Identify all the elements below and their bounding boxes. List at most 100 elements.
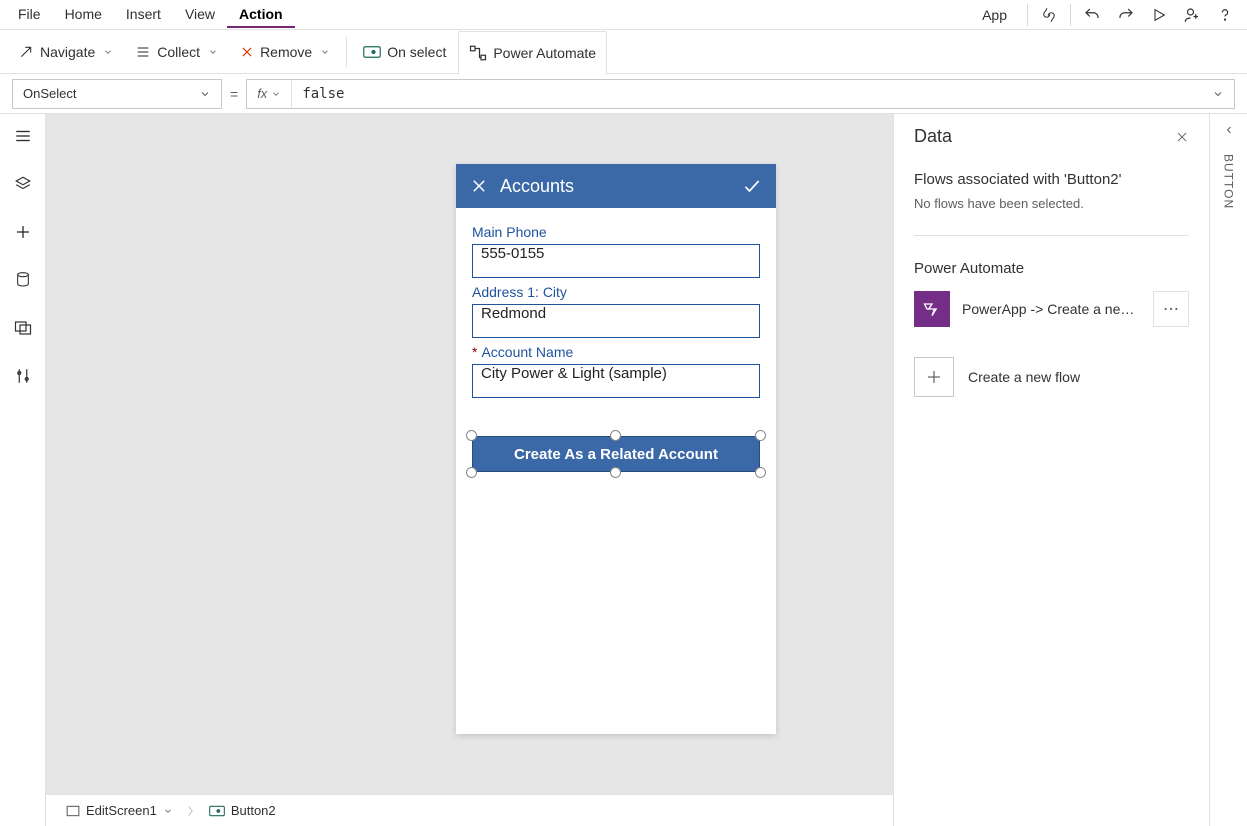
- menu-file[interactable]: File: [6, 2, 53, 28]
- resize-handle[interactable]: [755, 430, 766, 441]
- remove-icon: [240, 45, 254, 59]
- tools-icon[interactable]: [13, 366, 33, 386]
- property-value: OnSelect: [23, 86, 76, 101]
- phone-screen: Accounts Main Phone 555-0155 Address 1: …: [456, 164, 776, 734]
- formula-bar: OnSelect = fx false: [0, 74, 1247, 114]
- powerautomate-label: Power Automate: [493, 45, 596, 61]
- check-icon[interactable]: [742, 176, 762, 196]
- action-ribbon: Navigate Collect Remove On select Power …: [0, 30, 1247, 74]
- account-field[interactable]: City Power & Light (sample): [472, 364, 760, 398]
- menu-view[interactable]: View: [173, 2, 227, 28]
- create-flow-button[interactable]: Create a new flow: [914, 357, 1189, 397]
- remove-button[interactable]: Remove: [230, 40, 340, 64]
- powerautomate-icon: [914, 291, 950, 327]
- formula-input-wrap: fx false: [246, 79, 1235, 109]
- onselect-icon: [363, 45, 381, 59]
- associated-flows-title: Flows associated with 'Button2': [914, 171, 1189, 188]
- share-icon[interactable]: [1175, 2, 1209, 28]
- breadcrumb-screen[interactable]: EditScreen1: [58, 795, 181, 826]
- breadcrumb-control[interactable]: Button2: [201, 795, 284, 826]
- fx-label[interactable]: fx: [247, 80, 292, 108]
- play-icon[interactable]: [1143, 3, 1175, 27]
- chevron-down-icon: [320, 47, 330, 57]
- breadcrumb-screen-label: EditScreen1: [86, 803, 157, 818]
- property-selector[interactable]: OnSelect: [12, 79, 222, 109]
- equals-label: =: [230, 86, 238, 102]
- navigate-icon: [18, 44, 34, 60]
- data-icon[interactable]: [13, 270, 33, 290]
- menu-insert[interactable]: Insert: [114, 2, 173, 28]
- properties-rail-label[interactable]: BUTTON: [1222, 154, 1236, 209]
- mainphone-field[interactable]: 555-0155: [472, 244, 760, 278]
- navigate-button[interactable]: Navigate: [8, 40, 123, 64]
- properties-rail: BUTTON: [1209, 114, 1247, 826]
- associated-flows-empty: No flows have been selected.: [914, 196, 1189, 211]
- media-icon[interactable]: [13, 318, 33, 338]
- button-icon: [209, 805, 225, 817]
- chevron-down-icon: [208, 47, 218, 57]
- divider: [1070, 4, 1071, 26]
- resize-handle[interactable]: [755, 467, 766, 478]
- divider: [1027, 4, 1028, 26]
- powerautomate-section-title: Power Automate: [914, 260, 1189, 277]
- divider: [346, 37, 347, 67]
- app-dropdown[interactable]: App: [966, 3, 1023, 27]
- chevron-down-icon: [199, 88, 211, 100]
- undo-icon[interactable]: [1075, 2, 1109, 28]
- chevron-left-icon[interactable]: [1223, 124, 1235, 136]
- tree-view-icon[interactable]: [13, 126, 33, 146]
- city-label: Address 1: City: [472, 284, 760, 300]
- breadcrumb-control-label: Button2: [231, 803, 276, 818]
- close-icon[interactable]: [470, 177, 488, 195]
- onselect-button[interactable]: On select: [353, 40, 456, 64]
- chevron-down-icon: [163, 806, 173, 816]
- collect-label: Collect: [157, 44, 200, 60]
- screen-title: Accounts: [500, 176, 574, 197]
- menu-items: File Home Insert View Action: [6, 2, 295, 28]
- screen-icon: [66, 805, 80, 817]
- chevron-right-icon: [187, 804, 195, 818]
- resize-handle[interactable]: [610, 430, 621, 441]
- city-field[interactable]: Redmond: [472, 304, 760, 338]
- formula-expand-icon[interactable]: [1202, 88, 1234, 100]
- more-icon: [1163, 307, 1179, 311]
- resize-handle[interactable]: [466, 467, 477, 478]
- powerautomate-button[interactable]: Power Automate: [458, 31, 607, 75]
- flow-row[interactable]: PowerApp -> Create a new …: [914, 291, 1189, 327]
- collect-icon: [135, 44, 151, 60]
- plus-icon: [914, 357, 954, 397]
- chevron-down-icon: [271, 89, 281, 99]
- flow-more-button[interactable]: [1153, 291, 1189, 327]
- account-label: *Account Name: [472, 344, 760, 360]
- chevron-down-icon: [103, 47, 113, 57]
- divider: [914, 235, 1189, 236]
- canvas-area: Accounts Main Phone 555-0155 Address 1: …: [46, 114, 893, 826]
- formula-input[interactable]: false: [292, 86, 1202, 102]
- resize-handle[interactable]: [610, 467, 621, 478]
- close-icon[interactable]: [1175, 130, 1189, 144]
- create-flow-label: Create a new flow: [968, 369, 1080, 385]
- canvas-scroll[interactable]: Accounts Main Phone 555-0155 Address 1: …: [46, 114, 893, 794]
- remove-label: Remove: [260, 44, 312, 60]
- screen-header: Accounts: [456, 164, 776, 208]
- form-body: Main Phone 555-0155 Address 1: City Redm…: [456, 208, 776, 482]
- resize-handle[interactable]: [466, 430, 477, 441]
- collect-button[interactable]: Collect: [125, 40, 228, 64]
- onselect-label: On select: [387, 44, 446, 60]
- flow-name: PowerApp -> Create a new …: [962, 301, 1141, 317]
- insert-icon[interactable]: [13, 222, 33, 242]
- checker-icon[interactable]: [1032, 2, 1066, 28]
- mainphone-label: Main Phone: [472, 224, 760, 240]
- left-tool-rail: [0, 114, 46, 826]
- help-icon[interactable]: [1209, 3, 1241, 27]
- layers-icon[interactable]: [13, 174, 33, 194]
- breadcrumb: EditScreen1 Button2: [46, 794, 893, 826]
- data-pane: Data Flows associated with 'Button2' No …: [893, 114, 1209, 826]
- menubar: File Home Insert View Action App: [0, 0, 1247, 30]
- navigate-label: Navigate: [40, 44, 95, 60]
- flow-icon: [469, 44, 487, 62]
- menu-home[interactable]: Home: [53, 2, 114, 28]
- menu-action[interactable]: Action: [227, 2, 295, 28]
- redo-icon[interactable]: [1109, 2, 1143, 28]
- selected-control-wrap: Create As a Related Account: [472, 436, 760, 472]
